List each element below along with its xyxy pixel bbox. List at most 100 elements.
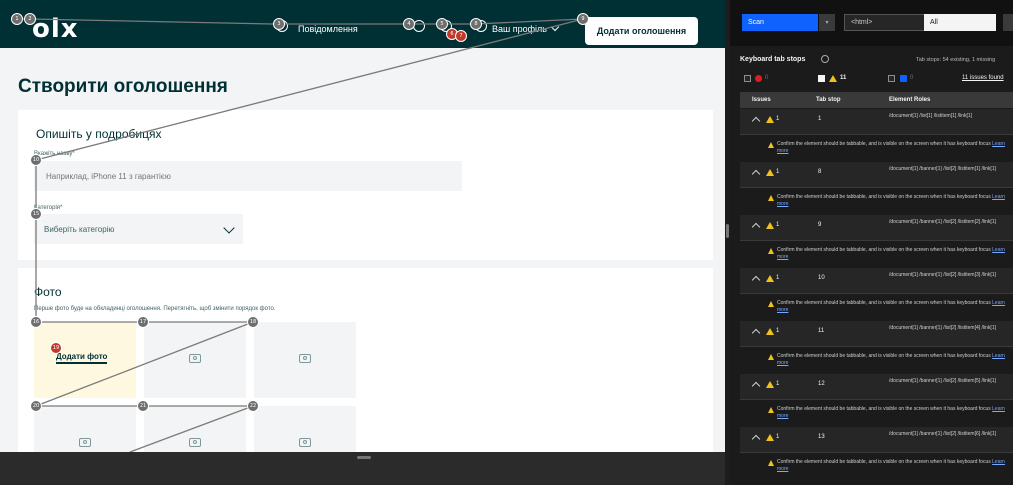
- chevron-up-icon[interactable]: [751, 381, 761, 391]
- table-row[interactable]: 1 11/document[1] /banner[1] /list[2] /lis…: [740, 321, 1013, 347]
- scan-options-icon[interactable]: ▾: [819, 14, 835, 31]
- details-card-title: Опишіть у подробицях: [36, 127, 162, 141]
- warning-icon: [766, 116, 774, 123]
- message-text: Confirm the element should be tabbable, …: [777, 247, 991, 253]
- filter-select[interactable]: All: [924, 14, 996, 31]
- profile-link[interactable]: Ваш профіль: [492, 24, 547, 34]
- needs-review-count: 11: [840, 75, 847, 81]
- column-header[interactable]: Tab stop: [816, 97, 841, 103]
- tab-stop-marker: 3: [273, 18, 285, 30]
- settings-icon[interactable]: [1003, 14, 1013, 31]
- issue-message: Confirm the element should be tabbable, …: [740, 189, 1013, 215]
- element-roles: /document[1] /banner[1] /list[2] /listit…: [889, 431, 996, 437]
- photo-slot[interactable]: [144, 406, 246, 452]
- chevron-up-icon[interactable]: [751, 275, 761, 285]
- tab-stop-marker: 2: [24, 13, 36, 25]
- scope-selector[interactable]: <html>: [844, 14, 926, 31]
- issue-count: 1: [776, 434, 780, 440]
- element-roles: /document[1] /banner[1] /list[2] /listit…: [889, 325, 996, 331]
- details-card: Опишіть у подробицях Вкажіть назву* Кате…: [18, 110, 713, 260]
- recommendations-checkbox[interactable]: [888, 75, 895, 82]
- chevron-up-icon[interactable]: [751, 434, 761, 444]
- tab-stop-number: 13: [818, 434, 825, 440]
- table-row[interactable]: 1 12/document[1] /banner[1] /list[2] /lis…: [740, 374, 1013, 400]
- add-listing-button[interactable]: Додати оголошення: [585, 17, 698, 45]
- issues-found-link[interactable]: 11 issues found: [962, 75, 1004, 81]
- column-header[interactable]: Element Roles: [889, 97, 930, 103]
- warning-icon: [766, 169, 774, 176]
- category-select[interactable]: Виберіть категорію: [34, 214, 243, 244]
- photo-slot[interactable]: [144, 322, 246, 398]
- chevron-up-icon[interactable]: [751, 116, 761, 126]
- accessibility-panel: Scan ▾ <html> All Keyboard tab stops Tab…: [730, 0, 1013, 485]
- column-header[interactable]: Issues: [752, 97, 771, 103]
- chevron-up-icon[interactable]: [751, 222, 761, 232]
- warning-icon: [766, 381, 774, 388]
- issue-message: Confirm the element should be tabbable, …: [740, 454, 1013, 480]
- info-icon[interactable]: [821, 55, 829, 63]
- violations-count: 0: [765, 75, 769, 81]
- add-photo-slot[interactable]: Додати фото: [34, 322, 136, 398]
- photo-card: Фото Перше фото буде на обкладинці оголо…: [18, 268, 713, 452]
- devtools-resize-bar[interactable]: [0, 452, 730, 485]
- issue-count: 1: [776, 169, 780, 175]
- warning-icon: [766, 434, 774, 441]
- tab-stop-marker: 10: [30, 154, 42, 166]
- table-row[interactable]: 1 13/document[1] /banner[1] /list[2] /lis…: [740, 427, 1013, 453]
- issue-count: 1: [776, 116, 780, 122]
- recommendations-count: 0: [910, 75, 914, 81]
- table-row[interactable]: 1 1/document[1] /list[1] /listitem[1] /li…: [740, 109, 1013, 135]
- tab-stop-number: 9: [818, 222, 822, 228]
- needs-review-checkbox[interactable]: [818, 75, 825, 82]
- drag-handle-icon[interactable]: [357, 456, 371, 459]
- title-input[interactable]: [34, 161, 462, 191]
- page-title: Створити оголошення: [18, 76, 228, 97]
- issue-count: 1: [776, 222, 780, 228]
- table-row[interactable]: 1 9/document[1] /banner[1] /list[2] /list…: [740, 215, 1013, 241]
- message-text: Confirm the element should be tabbable, …: [777, 194, 991, 200]
- table-header: Issues Tab stop Element Roles: [740, 92, 1013, 108]
- photo-hint: Перше фото буде на обкладинці оголошення…: [34, 306, 276, 312]
- warning-icon: [768, 301, 774, 307]
- add-photo-button[interactable]: Додати фото: [56, 352, 108, 364]
- element-roles: /document[1] /banner[1] /list[2] /listit…: [889, 166, 996, 172]
- panel-toolbar: Scan ▾ <html> All: [730, 0, 1013, 46]
- warning-icon: [768, 248, 774, 254]
- element-roles: /document[1] /banner[1] /list[2] /listit…: [889, 378, 996, 384]
- warning-icon: [768, 460, 774, 466]
- element-roles: /document[1] /banner[1] /list[2] /listit…: [889, 272, 996, 278]
- photo-slot[interactable]: [254, 322, 356, 398]
- olx-logo[interactable]: olx: [32, 14, 79, 44]
- violations-checkbox[interactable]: [744, 75, 751, 82]
- tab-stop-marker: 1: [11, 13, 23, 25]
- chevron-up-icon[interactable]: [751, 169, 761, 179]
- drag-handle-icon[interactable]: [726, 224, 729, 238]
- element-roles: /document[1] /list[1] /listitem[1] /link…: [889, 113, 973, 119]
- message-text: Confirm the element should be tabbable, …: [777, 300, 991, 306]
- table-row[interactable]: 1 10/document[1] /banner[1] /list[2] /lis…: [740, 268, 1013, 294]
- site-header: olx Повідомлення Ваш профіль Додати огол…: [0, 0, 725, 48]
- scan-button[interactable]: Scan: [742, 14, 818, 31]
- tab-stop-marker: 18: [247, 316, 259, 328]
- category-select-value: Виберіть категорію: [44, 224, 115, 234]
- message-text: Confirm the element should be tabbable, …: [777, 353, 991, 359]
- element-roles: /document[1] /banner[1] /list[2] /listit…: [889, 219, 996, 225]
- photo-slot[interactable]: [34, 406, 136, 452]
- warning-icon: [768, 195, 774, 201]
- issue-message: Confirm the element should be tabbable, …: [740, 295, 1013, 321]
- issue-summary-row: 0 11 0 11 issues found: [730, 68, 1013, 90]
- photo-slot[interactable]: [254, 406, 356, 452]
- table-row[interactable]: 1 8/document[1] /banner[1] /list[2] /list…: [740, 162, 1013, 188]
- messages-link[interactable]: Повідомлення: [298, 24, 358, 34]
- warning-icon: [768, 142, 774, 148]
- web-page-viewport: olx Повідомлення Ваш профіль Додати огол…: [0, 0, 725, 452]
- chevron-down-icon: [223, 222, 235, 234]
- tab-stop-marker: 21: [137, 400, 149, 412]
- tab-stop-number: 1: [818, 116, 822, 122]
- chevron-down-icon: [550, 22, 560, 32]
- tab-stop-marker: 22: [247, 400, 259, 412]
- chevron-up-icon[interactable]: [751, 328, 761, 338]
- issue-message: Confirm the element should be tabbable, …: [740, 401, 1013, 427]
- warning-icon: [766, 328, 774, 335]
- warning-icon: [766, 275, 774, 282]
